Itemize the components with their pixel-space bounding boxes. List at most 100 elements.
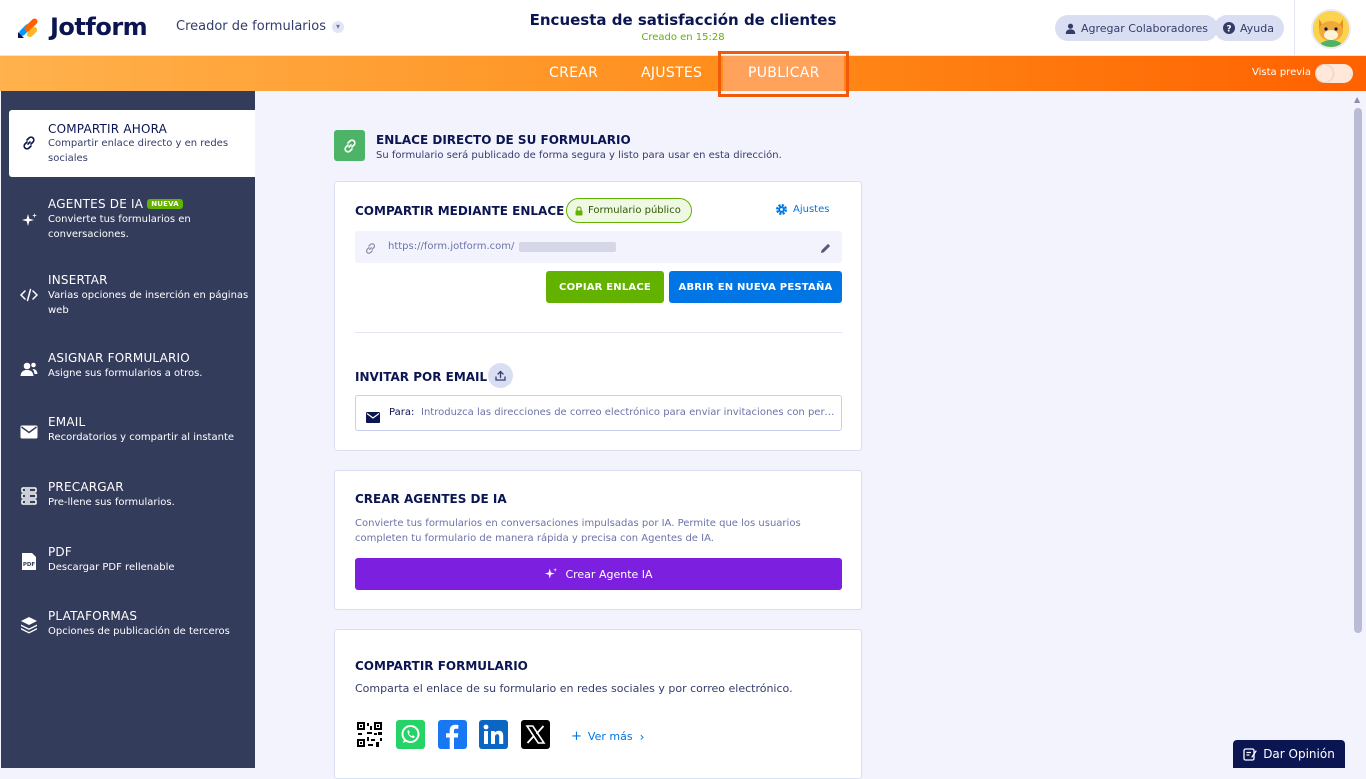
redacted-form-id <box>519 242 616 252</box>
envelope-icon <box>19 422 39 442</box>
sidebar-item-desc: Recordatorios y compartir al instante <box>48 432 235 443</box>
see-more-link[interactable]: + Ver más › <box>571 729 644 744</box>
form-title-area: Encuesta de satisfacción de clientes Cre… <box>483 11 883 43</box>
section-subtitle: Su formulario será publicado de forma se… <box>376 150 782 161</box>
sidebar-item-title: EMAIL <box>48 415 86 429</box>
sidebar-item-title: PRECARGAR <box>48 480 124 494</box>
feedback-icon <box>1243 747 1257 761</box>
sidebar-item-asignar-formulario[interactable]: ASIGNAR FORMULARIO Asigne sus formulario… <box>9 348 255 388</box>
preview-label: Vista previa <box>1252 67 1312 78</box>
chevron-right-icon: › <box>639 729 645 744</box>
form-builder-dropdown[interactable]: Creador de formularios ▾ <box>176 19 344 34</box>
sidebar-item-title-text: AGENTES DE IA <box>48 197 144 211</box>
add-collaborators-label: Agregar Colaboradores <box>1081 21 1208 35</box>
ai-agents-card: CREAR AGENTES DE IA Convierte tus formul… <box>334 470 862 610</box>
facebook-icon[interactable] <box>438 720 467 749</box>
sidebar-item-desc: Compartir enlace directo y en redes soci… <box>48 138 229 164</box>
link-settings-label: Ajustes <box>793 204 830 215</box>
share-link-card: COMPARTIR MEDIANTE ENLACE Formulario púb… <box>334 181 862 451</box>
linkedin-icon[interactable] <box>479 720 508 749</box>
lock-icon <box>575 205 583 216</box>
link-icon <box>364 240 377 259</box>
chevron-down-icon: ▾ <box>331 20 344 33</box>
see-more-label: Ver más <box>587 730 633 743</box>
tab-ajustes[interactable]: AJUSTES <box>641 56 702 91</box>
tab-crear[interactable]: CREAR <box>549 56 598 91</box>
form-title[interactable]: Encuesta de satisfacción de clientes <box>483 11 883 29</box>
sidebar-item-title: INSERTAR <box>48 273 108 287</box>
invite-email-title: INVITAR POR EMAIL <box>355 370 488 384</box>
new-badge: NUEVA <box>147 199 183 209</box>
header-divider <box>1294 0 1295 56</box>
share-form-title: COMPARTIR FORMULARIO <box>355 659 528 673</box>
question-icon: ? <box>1222 21 1236 35</box>
sidebar-item-desc: Descargar PDF rellenable <box>48 562 175 573</box>
form-url-text: https://form.jotform.com/ <box>388 241 515 252</box>
jotform-logo-icon <box>18 18 38 38</box>
gear-icon <box>775 203 788 216</box>
user-avatar[interactable] <box>1311 9 1351 49</box>
create-ai-agent-button[interactable]: Crear Agente IA <box>355 558 842 590</box>
ai-agents-title: CREAR AGENTES DE IA <box>355 492 507 506</box>
x-icon[interactable] <box>521 720 550 749</box>
share-link-title: COMPARTIR MEDIANTE ENLACE <box>355 204 565 218</box>
sparkle-icon <box>19 210 39 230</box>
help-label: Ayuda <box>1240 21 1274 35</box>
sidebar-item-desc: Asigne sus formularios a otros. <box>48 368 203 379</box>
feedback-button[interactable]: Dar Opinión <box>1233 740 1345 768</box>
sidebar-item-email[interactable]: EMAIL Recordatorios y compartir al insta… <box>9 412 255 452</box>
copy-link-button[interactable]: COPIAR ENLACE <box>546 271 664 303</box>
layers-icon <box>19 615 39 635</box>
invite-email-input[interactable]: Para: Introduzca las direcciones de corr… <box>355 395 842 431</box>
add-collaborators-button[interactable]: Agregar Colaboradores <box>1055 15 1218 41</box>
email-placeholder: Introduzca las direcciones de correo ele… <box>421 407 836 418</box>
sidebar-item-desc: Varias opciones de inserción en páginas … <box>48 290 249 316</box>
code-icon <box>19 285 39 305</box>
share-form-card: COMPARTIR FORMULARIO Comparta el enlace … <box>334 629 862 779</box>
plus-icon: + <box>571 729 582 744</box>
open-new-tab-button[interactable]: ABRIR EN NUEVA PESTAÑA <box>669 271 842 303</box>
link-settings-button[interactable]: Ajustes <box>775 203 829 216</box>
sidebar-item-title: PDF <box>48 545 72 559</box>
publish-sidebar: COMPARTIR AHORA Compartir enlace directo… <box>1 91 255 768</box>
qr-code-icon[interactable] <box>355 720 384 749</box>
users-icon <box>19 359 39 379</box>
prefill-icon <box>19 486 39 506</box>
form-url-field[interactable]: https://form.jotform.com/ <box>355 231 842 263</box>
whatsapp-icon[interactable] <box>396 720 425 749</box>
created-time: Creado en 15:28 <box>641 32 725 43</box>
pencil-icon[interactable] <box>819 240 832 259</box>
card-divider <box>355 332 842 333</box>
sidebar-item-pdf[interactable]: PDF PDF Descargar PDF rellenable <box>9 542 255 582</box>
sidebar-item-agentes-ia[interactable]: AGENTES DE IA NUEVA Convierte tus formula… <box>9 194 255 244</box>
public-form-badge[interactable]: Formulario público <box>566 198 692 223</box>
sidebar-item-compartir-ahora[interactable]: COMPARTIR AHORA Compartir enlace directo… <box>9 110 255 177</box>
scrollbar-thumb[interactable] <box>1354 108 1362 633</box>
sidebar-item-plataformas[interactable]: PLATAFORMAS Opciones de publicación de t… <box>9 606 255 646</box>
avatar-cat-icon <box>1313 11 1349 47</box>
sidebar-item-desc: Opciones de publicación de terceros <box>48 626 230 637</box>
feedback-label: Dar Opinión <box>1263 747 1335 761</box>
sidebar-item-desc: Convierte tus formularios en conversacio… <box>48 214 191 240</box>
form-builder-label: Creador de formularios <box>176 19 326 34</box>
sparkle-icon <box>544 567 558 581</box>
jotform-logo[interactable]: Jotform <box>16 13 148 41</box>
create-ai-agent-label: Crear Agente IA <box>565 567 653 581</box>
sidebar-item-title: ASIGNAR FORMULARIO <box>48 351 190 365</box>
ai-agents-description: Convierte tus formularios en conversacio… <box>355 518 801 544</box>
sidebar-item-title: PLATAFORMAS <box>48 609 138 623</box>
link-icon <box>19 133 39 153</box>
sidebar-item-title: COMPARTIR AHORA <box>48 122 168 136</box>
pdf-icon: PDF <box>19 551 39 571</box>
logo-text: Jotform <box>50 13 148 41</box>
toggle-knob <box>1316 65 1333 82</box>
preview-toggle[interactable] <box>1315 64 1353 83</box>
section-title: ENLACE DIRECTO DE SU FORMULARIO <box>376 133 631 147</box>
help-button[interactable]: ? Ayuda <box>1214 15 1284 41</box>
sidebar-item-insertar[interactable]: INSERTAR Varias opciones de inserción en… <box>9 270 255 320</box>
sidebar-item-precargar[interactable]: PRECARGAR Pre-llene sus formularios. <box>9 477 255 517</box>
upload-contacts-button[interactable] <box>488 363 513 388</box>
scroll-up-arrow-icon[interactable]: ▲ <box>1354 95 1360 104</box>
sidebar-item-desc: Pre-llene sus formularios. <box>48 497 175 508</box>
link-section-icon <box>334 130 365 161</box>
